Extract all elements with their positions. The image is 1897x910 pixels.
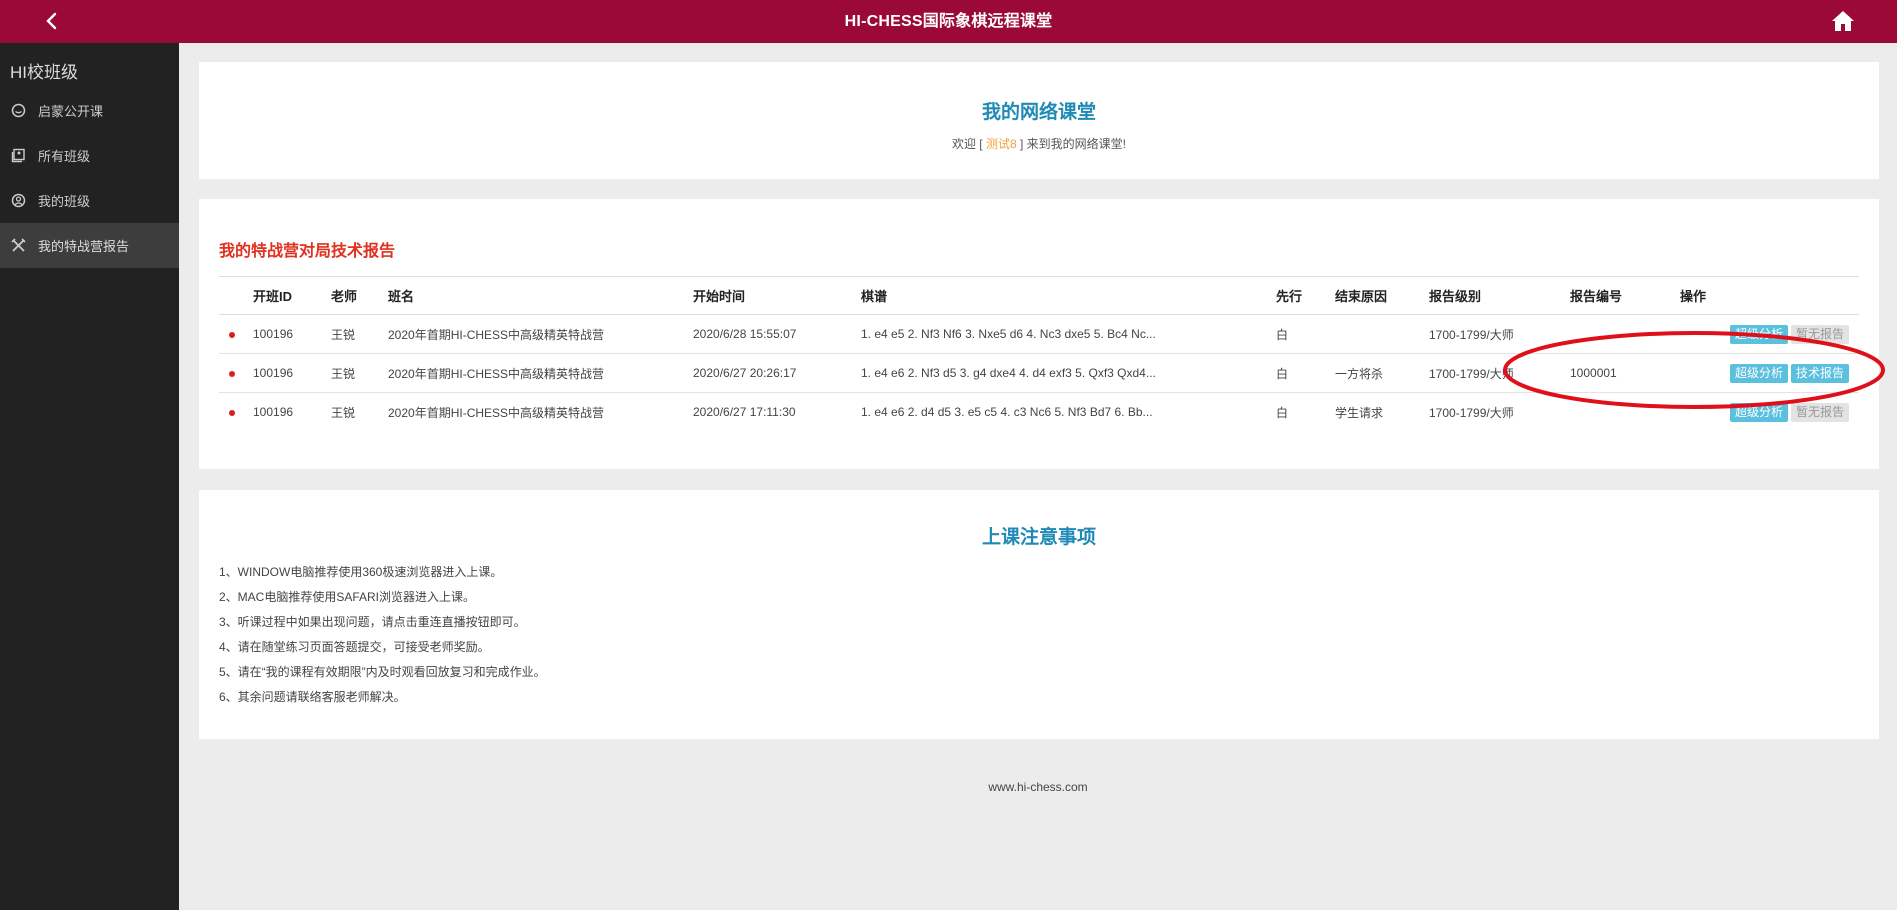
cell-start-time: 2020/6/27 17:11:30 — [693, 405, 796, 420]
sidebar-item-public-course[interactable]: 启蒙公开课 — [0, 88, 179, 133]
cell-report-no — [1570, 393, 1680, 432]
notes-title: 上课注意事项 — [981, 527, 1096, 548]
cell-first: 白 — [1276, 353, 1335, 393]
header-moves: 棋谱 — [861, 276, 1276, 315]
header-first: 先行 — [1276, 276, 1335, 315]
sidebar-item-label: 我的特战营报告 — [38, 239, 130, 254]
cell-report-no: 1000001 — [1570, 353, 1680, 393]
header-start-time: 开始时间 — [693, 276, 861, 315]
cell-actions: 超级分析 暂无报告 — [1680, 393, 1859, 432]
cell-class-name: 2020年首期HI-CHESS中高级精英特战营 — [388, 353, 693, 393]
header-dot — [219, 276, 253, 315]
welcome-suffix: ] 来到我的网络课堂! — [1016, 137, 1127, 151]
table-row: 100196 王锐 2020年首期HI-CHESS中高级精英特战营 2020/6… — [219, 353, 1859, 393]
cell-teacher: 王锐 — [331, 314, 388, 354]
cell-class-id: 100196 — [253, 353, 331, 393]
cell-class-id: 100196 — [253, 314, 331, 354]
cell-class-name: 2020年首期HI-CHESS中高级精英特战营 — [388, 405, 605, 420]
table-row: 100196 王锐 2020年首期HI-CHESS中高级精英特战营 2020/6… — [219, 314, 1859, 354]
list-item: 1、WINDOW电脑推荐使用360极速浏览器进入上课。 — [219, 565, 503, 579]
header-class-id: 开班ID — [253, 276, 331, 315]
app-title: HI-CHESS国际象棋远程课堂 — [844, 13, 1053, 30]
home-icon — [1832, 11, 1854, 31]
sidebar-item-label: 启蒙公开课 — [38, 104, 104, 119]
red-dot-icon — [229, 410, 235, 417]
cell-level: 1700-1799/大师 — [1429, 314, 1570, 354]
sidebar-item-my-classes[interactable]: 我的班级 — [0, 178, 179, 223]
no-report-button: 暂无报告 — [1790, 324, 1849, 344]
cell-moves: 1. e4 e6 2. Nf3 d5 3. g4 dxe4 4. d4 exf3… — [861, 353, 1276, 393]
cell-level: 1700-1799/大师 — [1429, 353, 1570, 393]
cell-class-name: 2020年首期HI-CHESS中高级精英特战营 — [388, 314, 693, 354]
cell-teacher: 王锐 — [331, 353, 388, 393]
cell-first: 白 — [1276, 405, 1289, 420]
table-row: 100196 王锐 2020年首期HI-CHESS中高级精英特战营 2020/6… — [219, 393, 1859, 432]
welcome-text: 欢迎 [ 测试8 ] 来到我的网络课堂! — [199, 135, 1879, 152]
cell-teacher: 王锐 — [331, 405, 356, 420]
reports-table: 开班ID 老师 班名 开始时间 棋谱 先行 结束原因 报告级别 报告编号 操作 … — [219, 276, 1859, 432]
sidebar-item-label: 所有班级 — [38, 149, 91, 164]
tech-report-button[interactable]: 技术报告 — [1790, 363, 1849, 383]
sidebar-item-camp-report[interactable]: 我的特战营报告 — [0, 223, 179, 268]
cell-moves: 1. e4 e6 2. d4 d5 3. e5 c5 4. c3 Nc6 5. … — [861, 405, 1153, 420]
super-analysis-button[interactable]: 超级分析 — [1729, 402, 1788, 422]
no-report-button: 暂无报告 — [1790, 402, 1849, 422]
cell-moves: 1. e4 e5 2. Nf3 Nf6 3. Nxe5 d6 4. Nc3 dx… — [861, 314, 1276, 354]
top-bar: HI-CHESS国际象棋远程课堂 — [0, 0, 1897, 43]
crossed-swords-icon — [10, 237, 27, 254]
notes-card: 上课注意事项 1、WINDOW电脑推荐使用360极速浏览器进入上课。 2、MAC… — [199, 490, 1879, 739]
notes-list: 1、WINDOW电脑推荐使用360极速浏览器进入上课。 2、MAC电脑推荐使用S… — [219, 564, 546, 714]
smile-circle-icon — [10, 102, 27, 119]
row-dot — [219, 353, 253, 393]
sidebar: HI校班级 启蒙公开课 所有班级 我的班级 我的特战营报告 — [0, 43, 179, 910]
home-button[interactable] — [1829, 8, 1857, 34]
page-title: 我的网络课堂 — [981, 102, 1096, 123]
cell-start-time: 2020/6/28 15:55:07 — [693, 314, 861, 354]
cell-level: 1700-1799/大师 — [1429, 405, 1514, 420]
cell-first: 白 — [1276, 314, 1335, 354]
welcome-prefix: 欢迎 [ — [951, 137, 986, 151]
sidebar-item-label: 我的班级 — [38, 194, 91, 209]
sidebar-brand: HI校班级 — [10, 63, 78, 82]
table-header-row: 开班ID 老师 班名 开始时间 棋谱 先行 结束原因 报告级别 报告编号 操作 — [219, 276, 1859, 315]
row-dot — [219, 393, 253, 432]
cell-end-reason: 一方将杀 — [1335, 353, 1429, 393]
sidebar-item-all-classes[interactable]: 所有班级 — [0, 133, 179, 178]
header-report-no: 报告编号 — [1570, 276, 1680, 315]
red-dot-icon — [229, 371, 235, 377]
cell-end-reason — [1335, 314, 1429, 354]
cell-report-no — [1570, 314, 1680, 354]
red-dot-icon — [229, 332, 235, 338]
cell-end-reason: 学生请求 — [1335, 405, 1384, 420]
list-item: 5、请在“我的课程有效期限”内及时观看回放复习和完成作业。 — [219, 665, 546, 679]
cell-actions: 超级分析 暂无报告 — [1680, 314, 1859, 354]
footer-url[interactable]: www.hi-chess.com — [179, 780, 1897, 794]
list-item: 2、MAC电脑推荐使用SAFARI浏览器进入上课。 — [219, 590, 476, 604]
cell-actions: 超级分析 技术报告 — [1680, 353, 1859, 393]
cell-class-id: 100196 — [253, 405, 294, 420]
row-dot — [219, 314, 253, 354]
list-item: 6、其余问题请联络客服老师解决。 — [219, 690, 406, 704]
portrait-frame-icon — [10, 147, 27, 164]
welcome-card: 我的网络课堂 欢迎 [ 测试8 ] 来到我的网络课堂! — [199, 62, 1879, 179]
header-end-reason: 结束原因 — [1335, 276, 1429, 315]
reports-card: 我的特战营对局技术报告 开班ID 老师 班名 开始时间 棋谱 先行 结束原因 报… — [199, 199, 1879, 469]
super-analysis-button[interactable]: 超级分析 — [1729, 324, 1788, 344]
header-actions: 操作 — [1680, 276, 1859, 315]
header-class-name: 班名 — [388, 276, 693, 315]
reports-title: 我的特战营对局技术报告 — [219, 243, 396, 260]
username: 测试8 — [985, 137, 1017, 151]
header-level: 报告级别 — [1429, 276, 1570, 315]
cell-start-time: 2020/6/27 20:26:17 — [693, 353, 861, 393]
list-item: 4、请在随堂练习页面答题提交，可接受老师奖励。 — [219, 640, 490, 654]
header-teacher: 老师 — [331, 276, 388, 315]
user-circle-icon — [10, 192, 27, 209]
super-analysis-button[interactable]: 超级分析 — [1729, 363, 1788, 383]
list-item: 3、听课过程中如果出现问题，请点击重连直播按钮即可。 — [219, 615, 526, 629]
